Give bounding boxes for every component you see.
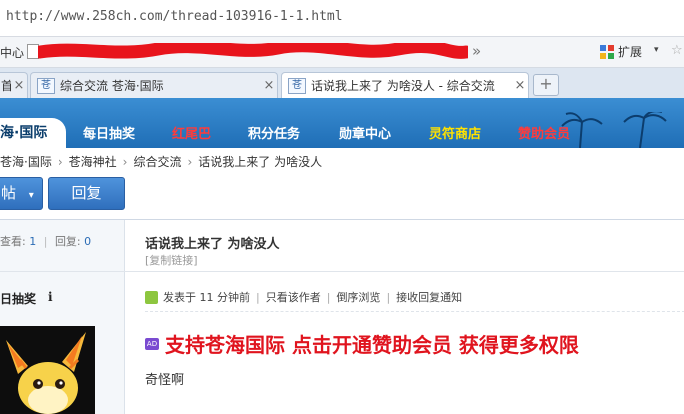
tab-title: 话说我上来了 为啥没人 - 综合交流 xyxy=(311,79,495,93)
replies-count: 0 xyxy=(84,235,92,248)
chevron-down-icon[interactable]: ▾ xyxy=(654,45,659,55)
address-bar[interactable]: http://www.258ch.com/thread-103916-1-1.h… xyxy=(0,0,684,37)
nav-item-medal-center[interactable]: 勋章中心 xyxy=(339,123,391,142)
more-bookmarks-icon[interactable]: » xyxy=(472,42,481,60)
extensions-grid-icon xyxy=(600,44,614,59)
nav-item-talisman-shop[interactable]: 灵符商店 xyxy=(429,123,481,142)
copy-link[interactable]: [复制链接] xyxy=(145,252,198,268)
promo-text[interactable]: 支持苍海国际 点击开通赞助会员 获得更多权限 xyxy=(165,329,579,358)
sponsor-promo[interactable]: AD 支持苍海国际 点击开通赞助会员 获得更多权限 xyxy=(145,329,579,358)
meta-separator: | xyxy=(256,290,260,304)
nav-item-sponsor-member[interactable]: 赞助会员 xyxy=(518,123,570,142)
palm-tree-decoration xyxy=(561,112,667,148)
thread-title: 话说我上来了 为啥没人 xyxy=(145,237,280,252)
post-content: 奇怪啊 xyxy=(145,373,185,388)
url-text[interactable]: http://www.258ch.com/thread-103916-1-1.h… xyxy=(6,9,343,24)
extensions-label: 扩展 xyxy=(618,45,643,59)
thread-stats: 查看: 1 | 回复: 0 xyxy=(0,233,91,249)
reply-notify-link[interactable]: 接收回复通知 xyxy=(396,289,462,305)
close-icon[interactable]: × xyxy=(261,78,277,93)
post-meta: 发表于 11 分钟前 | 只看该作者 | 倒序浏览 | 接收回复通知 xyxy=(145,289,462,305)
site-favicon-icon: 苍 xyxy=(37,77,55,94)
tab-title: 综合交流 苍海·国际 xyxy=(60,79,164,93)
reverse-order-link[interactable]: 倒序浏览 xyxy=(336,289,380,305)
info-icon[interactable]: i xyxy=(48,290,53,304)
extensions-button[interactable]: 扩展 xyxy=(600,43,642,60)
views-label: 查看: xyxy=(0,235,26,248)
site-nav-bar: 海·国际 每日抽奖 红尾巴 积分任务 勋章中心 灵符商店 赞助会员 xyxy=(0,98,684,148)
divider xyxy=(124,220,125,414)
new-post-label: 帖 xyxy=(1,184,17,202)
ad-badge-icon: AD xyxy=(145,337,159,350)
stats-separator: | xyxy=(43,235,48,248)
site-logo[interactable]: 海·国际 xyxy=(0,118,66,148)
nav-item-daily-lottery[interactable]: 每日抽奖 xyxy=(83,123,135,142)
nav-item-red-tail[interactable]: 红尾巴 xyxy=(172,123,211,142)
divider xyxy=(145,311,684,313)
bookmark-label[interactable]: 中心 xyxy=(0,44,24,61)
new-post-button[interactable]: 帖 ▾ xyxy=(0,177,43,210)
divider xyxy=(0,271,684,272)
replies-label: 回复: xyxy=(54,235,81,248)
author-only-link[interactable]: 只看该作者 xyxy=(266,289,321,305)
breadcrumb-item[interactable]: 话说我上来了 为啥没人 xyxy=(198,155,322,169)
user-online-icon xyxy=(145,290,158,304)
tab-title: 首 xyxy=(1,79,11,93)
breadcrumb-separator: › xyxy=(187,155,193,169)
meta-separator: | xyxy=(386,290,391,304)
close-icon[interactable]: × xyxy=(512,78,528,93)
meta-separator: | xyxy=(326,290,331,304)
tab-general-discussion[interactable]: 苍 综合交流 苍海·国际 × xyxy=(30,72,278,98)
fox-character-icon xyxy=(0,326,95,414)
bookmark-bar: 中心 » 扩展 ▾ ☆ xyxy=(0,37,684,68)
reply-button[interactable]: 回复 xyxy=(48,177,125,210)
views-count: 1 xyxy=(29,235,37,248)
tab-thread[interactable]: 苍 话说我上来了 为啥没人 - 综合交流 × xyxy=(281,72,529,98)
sidebar-lottery-title[interactable]: 日抽奖 xyxy=(0,290,36,307)
star-icon[interactable]: ☆ xyxy=(671,43,683,58)
avatar[interactable] xyxy=(0,326,95,414)
chevron-down-icon[interactable]: ▾ xyxy=(29,190,34,201)
tab-strip: 首 × 苍 综合交流 苍海·国际 × 苍 话说我上来了 为啥没人 - 综合交流 … xyxy=(0,68,684,99)
breadcrumb-separator: › xyxy=(57,155,63,169)
tab-partial[interactable]: 首 × xyxy=(0,72,28,98)
breadcrumb-separator: › xyxy=(122,155,128,169)
post-time: 发表于 11 分钟前 xyxy=(163,291,250,304)
breadcrumb-item[interactable]: 苍海·国际 xyxy=(0,155,52,169)
breadcrumb: 苍海·国际 › 苍海神社 › 综合交流 › 话说我上来了 为啥没人 xyxy=(0,153,684,173)
nav-item-points-tasks[interactable]: 积分任务 xyxy=(248,123,300,142)
new-tab-button[interactable]: + xyxy=(533,74,559,96)
close-icon[interactable]: × xyxy=(11,78,27,93)
breadcrumb-item[interactable]: 综合交流 xyxy=(133,155,181,169)
site-favicon-icon: 苍 xyxy=(288,77,306,94)
breadcrumb-item[interactable]: 苍海神社 xyxy=(69,155,117,169)
redaction-scribble xyxy=(38,43,468,59)
